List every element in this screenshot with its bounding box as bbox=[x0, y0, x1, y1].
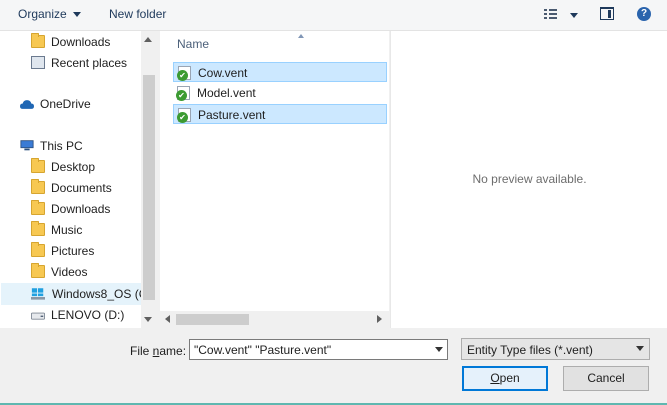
vent-file-icon bbox=[177, 108, 191, 123]
cancel-button[interactable]: Cancel bbox=[563, 366, 649, 391]
windows-drive-icon bbox=[31, 288, 45, 300]
navigation-pane[interactable]: Downloads Recent places OneDrive This PC… bbox=[0, 31, 156, 328]
nav-item-label: Music bbox=[51, 223, 83, 237]
nav-item-downloads-pc[interactable]: Downloads bbox=[31, 199, 141, 219]
preview-pane-icon[interactable] bbox=[600, 7, 614, 20]
organize-label: Organize bbox=[18, 7, 67, 21]
file-row-model[interactable]: Model.vent bbox=[173, 83, 387, 103]
download-folder-icon bbox=[31, 33, 45, 48]
label-part: ame: bbox=[159, 344, 187, 358]
toolbar: Organize New folder ? bbox=[0, 0, 667, 31]
nav-item-label: This PC bbox=[40, 139, 83, 153]
nav-vertical-scrollbar[interactable] bbox=[141, 31, 156, 328]
nav-item-label: Recent places bbox=[51, 56, 128, 70]
drive-icon bbox=[31, 312, 45, 320]
nav-item-label: Downloads bbox=[51, 35, 111, 49]
nav-item-windows-os-drive[interactable]: Windows8_OS (C bbox=[1, 283, 147, 305]
nav-item-label: Videos bbox=[51, 265, 88, 279]
scroll-thumb[interactable] bbox=[176, 314, 249, 325]
onedrive-icon bbox=[20, 100, 34, 109]
scroll-down-icon[interactable] bbox=[144, 317, 152, 322]
open-button[interactable]: Open bbox=[462, 366, 548, 391]
label-part: File bbox=[130, 344, 153, 358]
file-row-pasture[interactable]: Pasture.vent bbox=[173, 104, 387, 124]
nav-item-this-pc[interactable]: This PC bbox=[20, 136, 141, 156]
no-preview-message: No preview available. bbox=[472, 172, 587, 186]
vent-file-icon bbox=[177, 66, 191, 81]
vent-file-icon bbox=[176, 86, 190, 101]
nav-item-documents[interactable]: Documents bbox=[31, 178, 141, 198]
label-accelerator: O bbox=[490, 371, 500, 385]
file-type-select[interactable]: Entity Type files (*.vent) bbox=[461, 338, 650, 360]
change-view-button[interactable] bbox=[544, 8, 582, 22]
nav-item-recent-places[interactable]: Recent places bbox=[31, 53, 141, 73]
file-name-label: File name: bbox=[130, 344, 186, 358]
nav-item-label: Documents bbox=[51, 181, 112, 195]
nav-item-music[interactable]: Music bbox=[31, 220, 141, 240]
scroll-right-icon[interactable] bbox=[377, 315, 382, 323]
chevron-down-icon bbox=[636, 346, 644, 351]
nav-item-pictures[interactable]: Pictures bbox=[31, 241, 141, 261]
scroll-thumb[interactable] bbox=[143, 75, 155, 300]
recent-places-icon bbox=[31, 56, 45, 69]
nav-item-label: Pictures bbox=[51, 244, 95, 258]
chevron-down-icon[interactable] bbox=[435, 347, 443, 352]
file-type-value: Entity Type files (*.vent) bbox=[467, 343, 593, 357]
nav-item-onedrive[interactable]: OneDrive bbox=[20, 94, 141, 114]
file-list-horizontal-scrollbar[interactable] bbox=[160, 311, 389, 328]
nav-item-label: Desktop bbox=[51, 160, 96, 174]
nav-item-desktop[interactable]: Desktop bbox=[31, 157, 141, 177]
nav-item-label: Windows8_OS (C bbox=[52, 287, 148, 301]
label-part: pen bbox=[499, 371, 520, 385]
nav-item-label: OneDrive bbox=[40, 97, 91, 111]
view-list-icon bbox=[544, 9, 578, 19]
dialog-footer: File name: "Cow.vent" "Pasture.vent" Ent… bbox=[0, 329, 667, 405]
computer-icon bbox=[20, 140, 34, 151]
file-name: Cow.vent bbox=[198, 66, 248, 80]
file-name-input[interactable]: "Cow.vent" "Pasture.vent" bbox=[189, 339, 448, 360]
scroll-up-icon[interactable] bbox=[144, 37, 152, 42]
file-name: Pasture.vent bbox=[198, 108, 266, 122]
nav-item-label: LENOVO (D:) bbox=[51, 308, 125, 322]
nav-item-videos[interactable]: Videos bbox=[31, 262, 141, 282]
desktop-folder-icon bbox=[31, 158, 45, 173]
help-icon[interactable]: ? bbox=[637, 7, 651, 21]
new-folder-button[interactable]: New folder bbox=[109, 7, 166, 21]
organize-button[interactable]: Organize bbox=[18, 7, 81, 21]
scroll-left-icon[interactable] bbox=[165, 315, 170, 323]
videos-folder-icon bbox=[31, 263, 45, 278]
nav-item-lenovo-drive[interactable]: LENOVO (D:) bbox=[31, 305, 141, 325]
column-header-name[interactable]: Name bbox=[177, 37, 209, 51]
file-list[interactable]: Name Cow.vent Model.vent Pasture.vent bbox=[160, 31, 389, 328]
preview-pane: No preview available. bbox=[390, 31, 667, 328]
sort-ascending-icon bbox=[298, 34, 304, 38]
file-row-cow[interactable]: Cow.vent bbox=[173, 62, 387, 82]
download-folder-icon bbox=[31, 200, 45, 215]
nav-item-downloads[interactable]: Downloads bbox=[31, 32, 141, 52]
music-folder-icon bbox=[31, 221, 45, 236]
chevron-down-icon bbox=[72, 12, 81, 18]
documents-folder-icon bbox=[31, 179, 45, 194]
file-name-value: "Cow.vent" "Pasture.vent" bbox=[194, 343, 332, 357]
nav-item-label: Downloads bbox=[51, 202, 111, 216]
pictures-folder-icon bbox=[31, 242, 45, 257]
file-name: Model.vent bbox=[197, 86, 256, 100]
